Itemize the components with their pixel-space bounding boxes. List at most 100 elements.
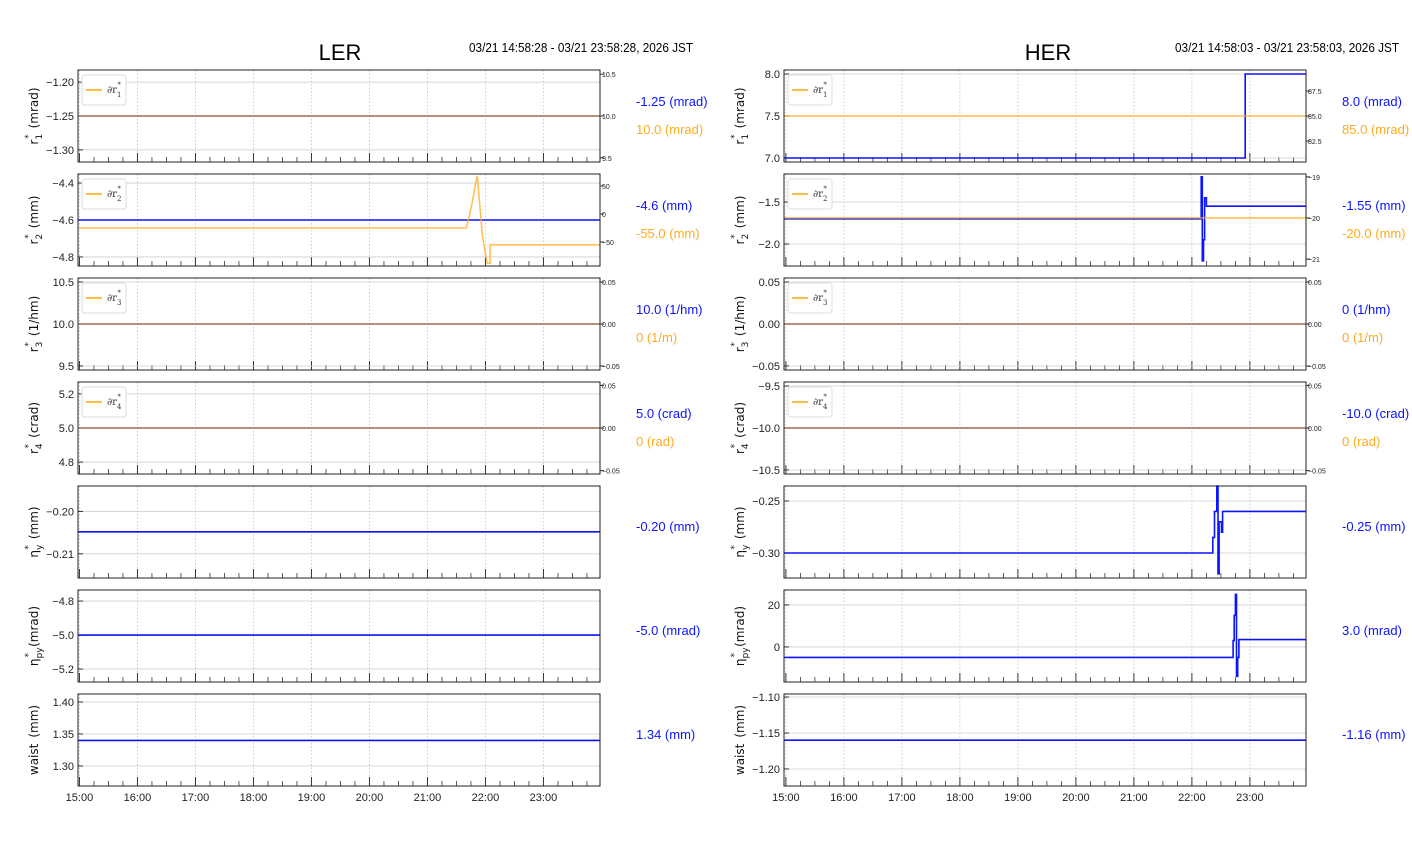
x-tick-label: 21:00 [414, 792, 442, 804]
y-axis-label: r3*(1/hm) [730, 296, 751, 353]
series-line-0 [784, 176, 1306, 262]
legend-base: ∂r [107, 85, 117, 96]
legend-sub: 1 [823, 91, 827, 99]
x-tick-label: 16:00 [830, 792, 858, 804]
x-tick-label: 20:00 [356, 792, 384, 804]
y-axis-label: r2*(mm) [730, 196, 751, 245]
x-tick-label: 22:00 [1178, 792, 1206, 804]
ler-chart: LER 03/21 14:58:28 - 03/21 23:58:28, 2026… [24, 40, 708, 804]
series-line-0 [784, 485, 1306, 575]
current-value-label: -0.20 (mm) [636, 519, 700, 534]
panel-r4*: −9.5−10.0−10.50.050.00−0.05∂r4*r4*(crad)… [730, 381, 1409, 477]
panel-r1*: −1.20−1.25−1.3010.510.09.5∂r1*r1*(mrad) -… [24, 69, 708, 163]
ylabel-base: η [27, 550, 41, 558]
y-tick-label: 8.0 [765, 69, 780, 81]
ylabel-sub: 1 [35, 134, 45, 140]
y2-tick-label: 10.0 [602, 114, 616, 121]
legend-sub: 3 [823, 299, 827, 307]
x-tick-label: 20:00 [1062, 792, 1090, 804]
panel-ηy*: −0.20 −0.21 ηy* (mm) -0.20 (mm) [24, 485, 700, 579]
ylabel-unit: (mm) [27, 705, 41, 738]
legend: ∂r4 * [787, 386, 833, 418]
y-tick-label: 9.5 [59, 361, 74, 373]
ylabel-sup: * [24, 443, 34, 448]
y-tick-label: −1.20 [46, 77, 74, 89]
y2-tick-label: 0.00 [1308, 426, 1322, 433]
y2-tick-label: 50 [602, 184, 610, 191]
plot-frame [77, 589, 601, 683]
current-value-label: -55.0 (mm) [636, 226, 700, 241]
ylabel-unit: (crad) [733, 402, 747, 438]
ylabel-unit: (1/hm) [733, 296, 747, 336]
current-value-label: 0 (rad) [1342, 434, 1380, 449]
ylabel-unit: (crad) [27, 402, 41, 438]
y-axis-label: ηy* (mm) [730, 506, 751, 557]
y2-tick-label: 0.00 [602, 426, 616, 433]
current-value-label: -5.0 (mrad) [636, 623, 700, 638]
y-tick-label: −1.30 [46, 145, 74, 157]
panel-ηy*: −0.25 −0.30 ηy* (mm) -0.25 (mm) [730, 485, 1406, 579]
beam-parameter-figure: LER 03/21 14:58:28 - 03/21 23:58:28, 2026… [24, 40, 1409, 804]
legend: ∂r2 * [787, 178, 833, 210]
y-tick-label: 0.05 [759, 277, 780, 289]
y2-tick-label: −0.05 [1308, 469, 1326, 476]
ylabel-unit: (1/hm) [27, 296, 41, 336]
legend-sup: * [117, 393, 121, 401]
ylabel-sup: * [730, 652, 740, 657]
legend-base: ∂r [107, 293, 117, 304]
panel-r1*: 8.07.57.087.585.082.5∂r1*r1*(mrad) 8.0 (m… [730, 69, 1409, 165]
legend-sup: * [823, 185, 827, 193]
ylabel-sup: * [24, 342, 34, 347]
legend-base: ∂r [107, 189, 117, 200]
ylabel-sup: * [730, 545, 740, 550]
y2-tick-label: −50 [602, 240, 614, 247]
y-axis-label: r4*(crad) [24, 402, 45, 454]
ylabel-unit: (mm) [27, 506, 41, 539]
x-tick-label: 19:00 [298, 792, 326, 804]
y-tick-label: −4.4 [52, 178, 74, 190]
panel-r3*: 10.510.09.50.050.00−0.05∂r3*r3*(1/hm) 10.… [24, 277, 702, 373]
ylabel-sub: 2 [35, 234, 45, 240]
current-value-label: -1.16 (mm) [1342, 727, 1406, 742]
legend-sup: * [117, 289, 121, 297]
x-tick-label: 18:00 [946, 792, 974, 804]
y-tick-label: −2.0 [758, 239, 780, 251]
x-tick-label: 18:00 [240, 792, 268, 804]
y-tick-label: −1.10 [752, 692, 780, 704]
y-tick-label: −0.25 [752, 496, 780, 508]
y2-tick-label: −0.05 [602, 364, 620, 371]
y-tick-label: 20 [768, 600, 780, 612]
y2-tick-label: 0 [602, 212, 606, 219]
y2-tick-label: 0.05 [1308, 280, 1322, 287]
current-value-label: 0 (1/hm) [1342, 302, 1390, 317]
panel-waist: 1.40 1.35 1.30 waist (mm) 1.34 (mm) [27, 693, 695, 787]
y-tick-label: −1.20 [752, 764, 780, 776]
legend-base: ∂r [107, 397, 117, 408]
ylabel-base: η [733, 658, 747, 666]
legend: ∂r3 * [787, 282, 833, 314]
y-tick-label: −0.05 [752, 361, 780, 373]
current-value-label: -0.25 (mm) [1342, 519, 1406, 534]
x-tick-label: 23:00 [530, 792, 558, 804]
x-tick-label: 15:00 [66, 792, 94, 804]
chart-title: LER [319, 40, 362, 65]
y-tick-label: −0.21 [46, 549, 74, 561]
y2-tick-label: −0.05 [602, 469, 620, 476]
y-axis-label: r2*(mm) [24, 196, 45, 245]
y2-tick-label: 0.00 [1308, 322, 1322, 329]
panel-r3*: 0.050.00−0.050.050.00−0.05∂r3*r3*(1/hm) 0… [730, 277, 1390, 373]
current-value-label: -4.6 (mm) [636, 198, 692, 213]
y2-tick-label: −21 [1308, 257, 1320, 264]
x-tick-label: 15:00 [772, 792, 800, 804]
y2-tick-label: −19 [1308, 175, 1320, 182]
plot-frame [783, 173, 1307, 267]
ylabel-sup: * [24, 652, 34, 657]
time-range: 03/21 14:58:03 - 03/21 23:58:03, 2026 JS… [1175, 40, 1399, 55]
ylabel-sub: y [35, 544, 45, 550]
y-axis-label: ηpy* (mrad) [24, 606, 45, 666]
ylabel-sup: * [730, 234, 740, 239]
y-tick-label: −4.8 [52, 596, 74, 608]
y-tick-label: 5.0 [59, 423, 74, 435]
ylabel-sup: * [730, 134, 740, 139]
panel-r2*: −4.4−4.6−4.8500−50∂r2*r2*(mm) -4.6 (mm)-5… [24, 173, 700, 267]
